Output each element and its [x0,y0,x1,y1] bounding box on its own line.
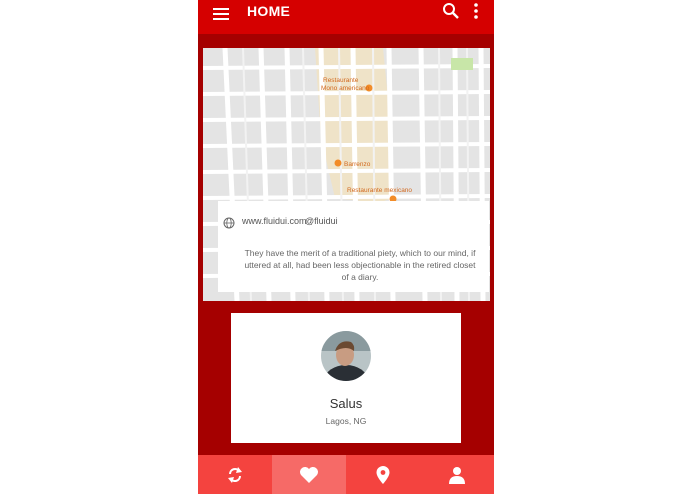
map-card: Restaurante Mono americano Barrenzo Rest… [203,48,490,301]
nav-item-refresh[interactable] [198,455,272,494]
info-row: www.fluidui.com @fluidui [218,216,489,230]
map-place-label: Restaurante [323,77,359,84]
menu-icon[interactable] [211,4,231,24]
location-pin-icon [376,465,390,484]
page-title: HOME [247,3,291,19]
bottom-nav [198,455,494,494]
profile-card[interactable]: Salus Lagos, NG [231,313,461,443]
nav-item-profile[interactable] [420,455,494,494]
avatar [321,331,371,381]
map-place-label: Restaurante mexicano [347,187,412,194]
search-icon[interactable] [442,2,460,20]
refresh-icon [228,466,242,483]
profile-location: Lagos, NG [325,416,367,426]
person-icon [449,466,465,484]
nav-item-location[interactable] [346,455,420,494]
nav-item-favorites[interactable] [272,455,346,494]
phone-screen: HOME Restaurante Mono americano Barrenzo… [198,0,494,494]
more-vert-icon[interactable] [472,2,480,20]
map-place-label: Mono americano [321,85,370,92]
heart-icon [300,466,318,483]
social-handle[interactable]: @fluidui [305,216,338,226]
website-link[interactable]: www.fluidui.com [242,216,307,226]
map-place-label: Barrenzo [344,161,371,168]
info-box: www.fluidui.com @fluidui They have the m… [218,201,489,292]
app-bar: HOME [198,0,494,34]
quote-text: They have the merit of a traditional pie… [244,248,476,282]
globe-icon [223,217,235,229]
profile-name: Salus [329,396,363,411]
